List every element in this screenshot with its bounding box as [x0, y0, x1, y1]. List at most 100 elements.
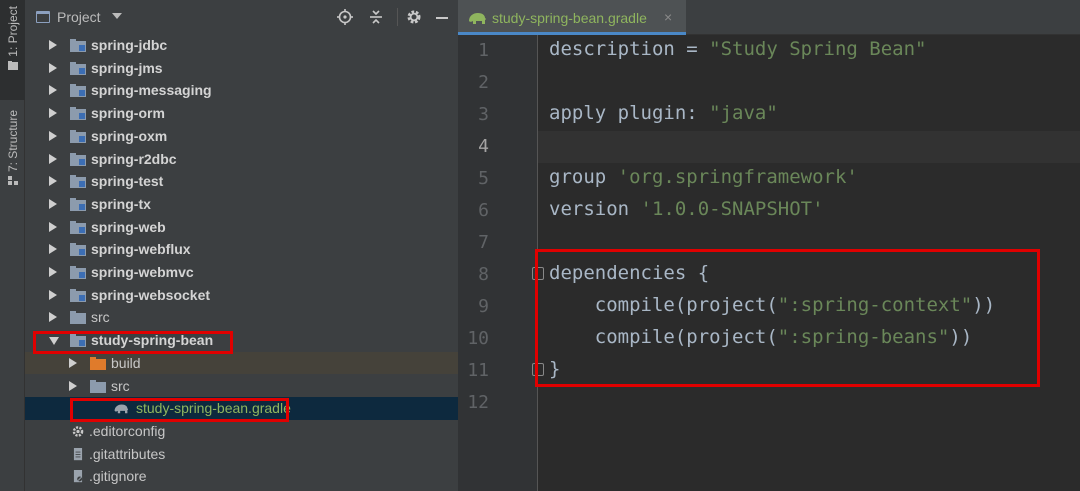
project-panel: Project spring-jdbc spring-jms spring-mess… — [25, 0, 482, 491]
tree-row-label: src — [111, 377, 130, 394]
module-folder-icon — [70, 243, 86, 257]
close-icon[interactable]: × — [664, 9, 672, 25]
code-line-10[interactable]: compile(project(":spring-beans")) — [549, 326, 973, 348]
collapse-all-icon[interactable] — [367, 8, 385, 26]
tree-row[interactable]: spring-messaging — [25, 79, 458, 102]
module-folder-icon — [70, 152, 86, 166]
tree-row[interactable]: spring-oxm — [25, 125, 458, 148]
code-line-9[interactable]: compile(project(":spring-context")) — [549, 294, 995, 316]
chevron-right-icon[interactable] — [49, 153, 57, 164]
tree-row-label: spring-web — [91, 218, 166, 235]
tree-row[interactable]: study-spring-bean — [25, 329, 458, 352]
tree-row[interactable]: spring-tx — [25, 193, 458, 216]
project-view-selector[interactable]: Project — [57, 9, 101, 25]
tree-row[interactable]: spring-orm — [25, 102, 458, 125]
tool-tab-structure-label: 7: Structure — [5, 110, 20, 173]
tree-row-label: build — [111, 354, 141, 371]
tree-row-label: spring-oxm — [91, 127, 168, 144]
code-line-11[interactable]: } — [549, 358, 560, 380]
tree-row-label: spring-websocket — [91, 286, 211, 303]
tree-row[interactable]: src — [25, 375, 458, 398]
line-number: 5 — [478, 168, 489, 189]
code-line-1[interactable]: description = "Study Spring Bean" — [549, 38, 927, 60]
chevron-right-icon[interactable] — [49, 312, 57, 323]
tree-row[interactable]: .gitignore — [25, 465, 458, 488]
chevron-right-icon[interactable] — [69, 357, 77, 368]
tree-row[interactable]: spring-jdbc — [25, 34, 458, 57]
gradle-elephant-icon — [114, 404, 128, 414]
locate-icon[interactable] — [336, 8, 354, 26]
module-folder-icon — [70, 175, 86, 189]
line-number: 3 — [478, 104, 489, 125]
line-number: 6 — [478, 200, 489, 221]
editor-tab-study-spring-bean-gradle[interactable]: study-spring-bean.gradle × — [458, 0, 686, 35]
tree-row[interactable]: spring-webmvc — [25, 261, 458, 284]
code-line-8[interactable]: dependencies { — [549, 262, 709, 284]
chevron-right-icon[interactable] — [49, 130, 57, 141]
chevron-right-icon[interactable] — [49, 244, 57, 255]
tool-tab-project[interactable]: 1: Project — [0, 0, 25, 100]
chevron-right-icon[interactable] — [49, 40, 57, 50]
module-folder-icon — [70, 197, 86, 211]
editor-tab-label: study-spring-bean.gradle — [492, 10, 647, 26]
chevron-right-icon[interactable] — [49, 289, 57, 300]
line-number: 8 — [478, 264, 489, 285]
tree-row[interactable]: .gitattributes — [25, 443, 458, 466]
module-folder-icon — [70, 266, 86, 279]
fold-marker-icon[interactable] — [532, 363, 544, 376]
chevron-right-icon[interactable] — [69, 380, 77, 391]
module-folder-icon — [70, 129, 86, 143]
chevron-right-icon[interactable] — [49, 176, 57, 187]
text-file-icon — [73, 447, 83, 460]
tree-row-label: .gitignore — [89, 468, 147, 485]
fold-marker-icon[interactable] — [532, 267, 544, 280]
code-line-3[interactable]: apply plugin: "java" — [549, 102, 778, 124]
tree-row-label: spring-jms — [91, 59, 163, 76]
module-folder-icon — [70, 288, 86, 302]
tree-row-label: spring-r2dbc — [91, 150, 177, 167]
tree-row[interactable]: spring-webflux — [25, 238, 458, 261]
editor-tab-bar: study-spring-bean.gradle × — [458, 0, 1080, 35]
chevron-right-icon[interactable] — [49, 62, 57, 73]
tree-row-label: spring-jdbc — [91, 37, 168, 53]
editor: study-spring-bean.gradle × 1 2 3 4 5 6 7 8 9 10 11… — [458, 0, 1080, 491]
code-line-6[interactable]: version '1.0.0-SNAPSHOT' — [549, 198, 824, 220]
chevron-down-icon[interactable] — [49, 337, 59, 346]
folder-icon — [70, 311, 86, 325]
module-folder-icon — [70, 334, 86, 348]
tree-row-label: .gitattributes — [89, 445, 166, 462]
chevron-right-icon[interactable] — [49, 85, 57, 96]
chevron-right-icon[interactable] — [49, 221, 57, 232]
tool-tab-structure[interactable]: 7: Structure — [0, 104, 25, 204]
tree-row-label: spring-webflux — [91, 241, 191, 258]
code-line-5[interactable]: group 'org.springframework' — [549, 166, 858, 188]
tool-tab-project-label: 1: Project — [5, 6, 20, 57]
tree-row-label: src — [91, 309, 110, 326]
tree-row-label: .editorconfig — [89, 422, 166, 439]
folder-icon — [90, 379, 106, 393]
chevron-right-icon[interactable] — [49, 198, 57, 209]
tree-row-label: spring-test — [91, 173, 164, 190]
project-panel-header: Project — [25, 0, 458, 34]
tree-row-label: study-spring-bean — [91, 332, 214, 349]
hide-panel-icon[interactable] — [433, 8, 451, 26]
tree-row[interactable]: spring-test — [25, 170, 458, 193]
tree-row[interactable]: spring-jms — [25, 57, 458, 80]
tree-row[interactable]: spring-websocket — [25, 284, 458, 307]
tree-row[interactable]: study-spring-bean.gradle — [25, 397, 458, 420]
module-folder-icon — [70, 39, 86, 52]
module-folder-icon — [70, 220, 86, 234]
module-folder-icon — [70, 107, 86, 121]
tree-row-label: spring-messaging — [91, 82, 212, 99]
chevron-right-icon[interactable] — [49, 108, 57, 119]
module-folder-icon — [70, 84, 86, 98]
gear-icon[interactable] — [405, 8, 423, 26]
tree-row[interactable]: spring-r2dbc — [25, 148, 458, 171]
chevron-right-icon[interactable] — [49, 267, 57, 277]
tree-row[interactable]: spring-web — [25, 216, 458, 239]
tree-row[interactable]: src — [25, 306, 458, 329]
chevron-down-icon[interactable] — [112, 13, 122, 19]
ignore-file-icon — [73, 470, 83, 483]
tree-row[interactable]: build — [25, 351, 458, 375]
tree-row[interactable]: .editorconfig — [25, 420, 458, 443]
